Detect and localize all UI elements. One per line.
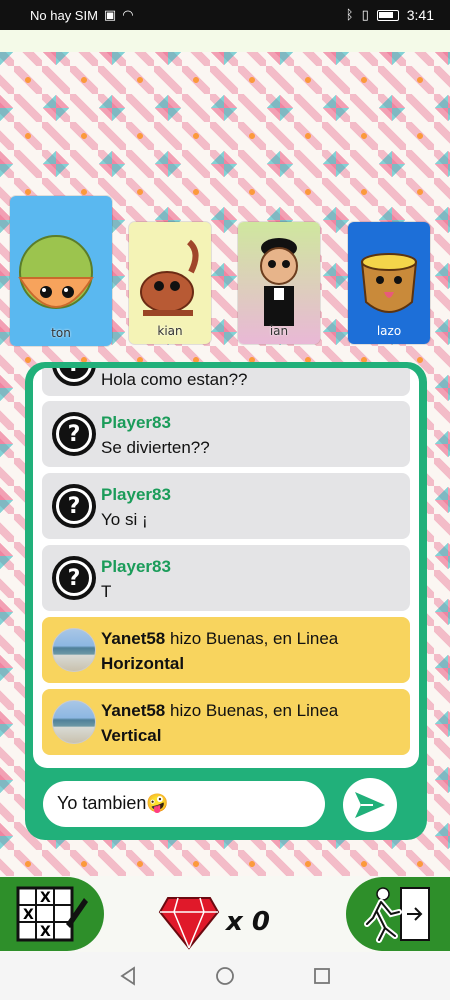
player-card-ton[interactable]: ton bbox=[10, 196, 112, 346]
event-detail: Horizontal bbox=[101, 654, 185, 673]
system-nav-bar bbox=[0, 952, 450, 1000]
wifi-icon: ◠ bbox=[122, 7, 134, 23]
exit-door-icon bbox=[364, 887, 430, 943]
chat-input[interactable]: Yo tambien🤪 bbox=[43, 781, 325, 827]
gem-counter: x 0 bbox=[158, 892, 288, 952]
event-author: Yanet58 bbox=[101, 629, 166, 648]
vibrate-icon: ▯ bbox=[361, 7, 369, 23]
message-author: Player83 bbox=[101, 485, 171, 504]
beach-user-avatar bbox=[52, 628, 96, 672]
event-action: hizo Buenas, en Linea bbox=[170, 701, 339, 720]
diamond-icon bbox=[158, 897, 220, 950]
player-cards: ton kian ian lazo bbox=[0, 194, 450, 350]
player-name: ton bbox=[51, 326, 71, 340]
chat-message: ? Player83 Se divierten?? bbox=[42, 401, 410, 467]
unknown-user-avatar: ? bbox=[52, 556, 96, 600]
player-name: lazo bbox=[376, 324, 402, 338]
player-name: kian bbox=[157, 324, 183, 338]
event-author: Yanet58 bbox=[101, 701, 166, 720]
svg-text:X: X bbox=[23, 907, 34, 923]
game-event-message: Yanet58 hizo Buenas, en Linea Vertical bbox=[42, 689, 410, 755]
message-text: T bbox=[101, 582, 112, 601]
chat-message: ? Hola como estan?? bbox=[42, 368, 410, 396]
message-text: Yo si ¡ bbox=[101, 510, 148, 529]
svg-text:X: X bbox=[40, 890, 51, 906]
send-button[interactable] bbox=[343, 778, 397, 832]
gem-count: x 0 bbox=[226, 907, 270, 937]
board-card-icon: X X X bbox=[16, 886, 88, 942]
home-icon[interactable] bbox=[215, 966, 235, 986]
event-text: Yanet58 hizo Buenas, en Linea bbox=[101, 629, 338, 649]
unknown-user-avatar: ? bbox=[52, 484, 96, 528]
chat-message: ? Player83 Yo si ¡ bbox=[42, 473, 410, 539]
send-arrow-icon bbox=[355, 792, 385, 818]
player-card-kian[interactable]: kian bbox=[129, 222, 211, 344]
message-author: Player83 bbox=[101, 557, 171, 576]
top-strip bbox=[0, 30, 450, 52]
chat-message: ? Player83 T bbox=[42, 545, 410, 611]
message-text: Se divierten?? bbox=[101, 438, 210, 457]
recents-icon[interactable] bbox=[312, 966, 332, 986]
board-card-button[interactable]: X X X bbox=[0, 877, 104, 951]
message-author: Player83 bbox=[101, 413, 171, 432]
player-card-ian[interactable]: ian bbox=[238, 222, 320, 344]
message-text: Hola como estan?? bbox=[101, 370, 248, 389]
chat-messages-list[interactable]: ? Hola como estan?? ? Player83 Se divier… bbox=[33, 368, 419, 768]
event-action: hizo Buenas, en Linea bbox=[170, 629, 339, 648]
game-event-message: Yanet58 hizo Buenas, en Linea Horizontal bbox=[42, 617, 410, 683]
battery-icon bbox=[376, 9, 399, 21]
player-card-lazo[interactable]: lazo bbox=[348, 222, 430, 344]
status-bar: No hay SIM ▣ ◠ ᛒ ▯ 3:41 bbox=[0, 0, 450, 30]
carrier-label: No hay SIM bbox=[30, 7, 98, 23]
event-detail: Vertical bbox=[101, 726, 162, 745]
melon-character-icon bbox=[18, 235, 94, 309]
svg-text:X: X bbox=[40, 924, 51, 940]
bluetooth-icon: ᛒ bbox=[345, 7, 354, 23]
unknown-user-avatar: ? bbox=[52, 412, 96, 456]
chat-panel: ? Hola como estan?? ? Player83 Se divier… bbox=[25, 362, 427, 840]
event-text: Yanet58 hizo Buenas, en Linea bbox=[101, 701, 338, 721]
beach-user-avatar bbox=[52, 700, 96, 744]
sim-alert-icon: ▣ bbox=[103, 7, 117, 23]
unknown-user-avatar: ? bbox=[52, 368, 96, 386]
player-name: ian bbox=[269, 324, 289, 338]
back-icon[interactable] bbox=[118, 966, 138, 986]
clock: 3:41 bbox=[406, 7, 434, 23]
exit-button[interactable] bbox=[346, 877, 450, 951]
